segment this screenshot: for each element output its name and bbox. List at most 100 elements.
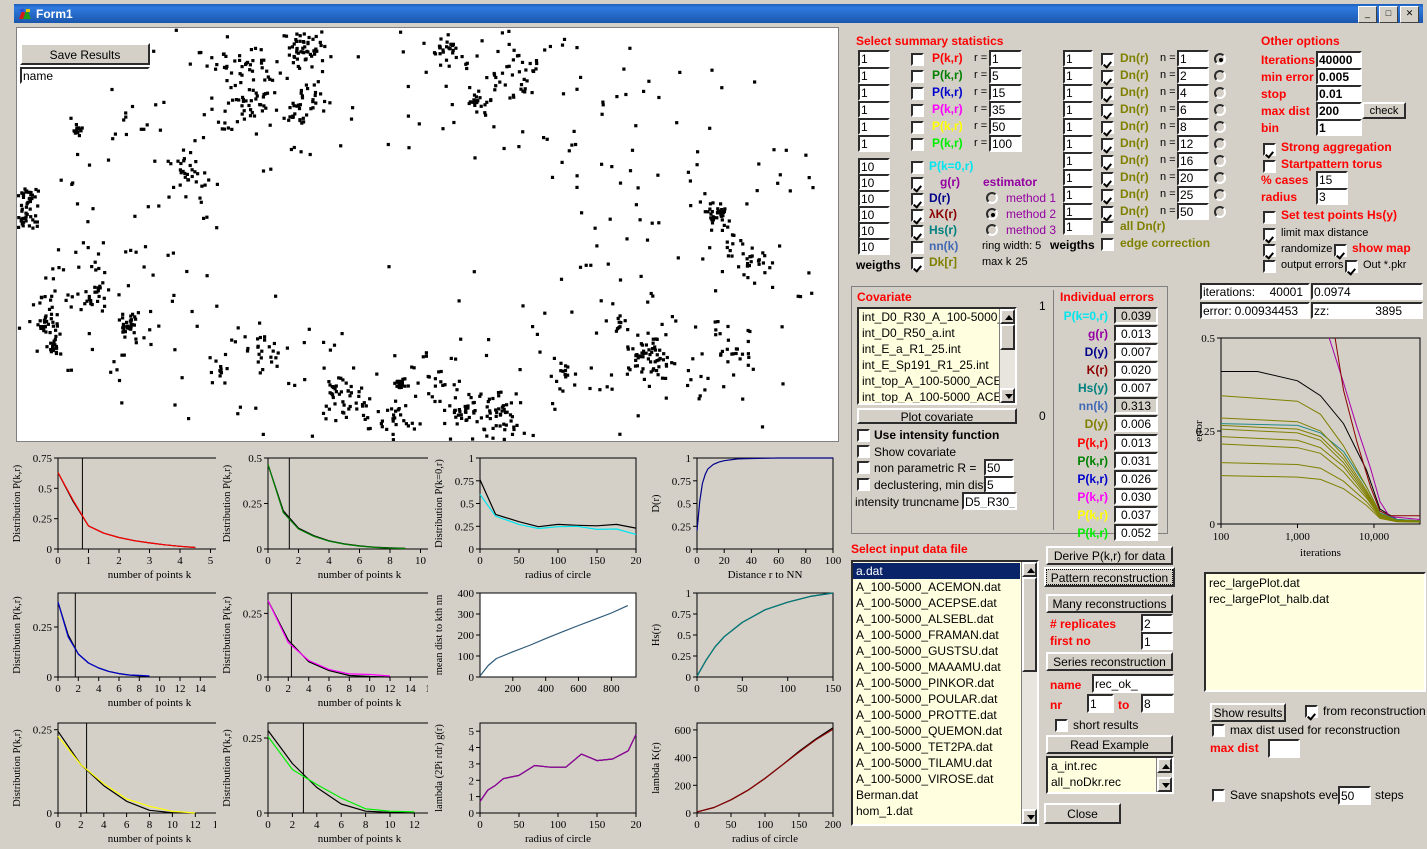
dn-radio[interactable]	[1214, 189, 1226, 201]
input-files-scroll-thumb[interactable]	[1022, 577, 1037, 672]
short-results-checkbox[interactable]	[1055, 719, 1068, 732]
dn-weight-input[interactable]: 1	[1063, 118, 1093, 135]
point-pattern-canvas[interactable]	[16, 27, 839, 442]
covariate-scrollbar[interactable]	[999, 309, 1015, 403]
declustering-input[interactable]: 5	[984, 476, 1014, 493]
pkr-r-input[interactable]: 35	[989, 101, 1022, 118]
dn-weight-input[interactable]: 1	[1063, 169, 1093, 186]
settings-scroll-up[interactable]	[1157, 758, 1172, 773]
stat-checkbox[interactable]	[911, 177, 924, 190]
dn-radio[interactable]	[1214, 53, 1226, 65]
maximize-button[interactable]: □	[1379, 6, 1398, 23]
randomize-checkbox[interactable]	[1263, 244, 1276, 257]
pkr-checkbox[interactable]	[911, 70, 924, 83]
stat-checkbox[interactable]	[911, 241, 924, 254]
list-item[interactable]: A_100-5000_MAAAMU.dat	[853, 659, 1020, 675]
declustering-checkbox[interactable]	[857, 478, 870, 491]
pkr-checkbox[interactable]	[911, 121, 924, 134]
dn-n-input[interactable]: 20	[1177, 169, 1209, 186]
dn-checkbox[interactable]	[1101, 189, 1114, 202]
dn-checkbox[interactable]	[1101, 53, 1114, 66]
other-field-input[interactable]: 200	[1316, 102, 1362, 119]
dn-n-input[interactable]: 6	[1177, 101, 1209, 118]
list-item[interactable]: a.dat	[853, 563, 1020, 579]
list-item[interactable]: A_100-5000_FRAMAN.dat	[853, 627, 1020, 643]
truncname-input[interactable]: D5_R30_	[962, 492, 1017, 510]
dn-radio[interactable]	[1214, 70, 1226, 82]
stat-checkbox[interactable]	[911, 161, 924, 174]
nr-to-input[interactable]: 8	[1141, 694, 1174, 713]
dn-checkbox[interactable]	[1101, 87, 1114, 100]
check-button[interactable]: check	[1362, 102, 1406, 119]
covariate-scroll-down[interactable]	[1000, 388, 1015, 403]
pct-cases-input[interactable]: 15	[1316, 171, 1348, 188]
many-reconstructions-button[interactable]: Many reconstructions	[1046, 594, 1173, 613]
pkr-r-input[interactable]: 1	[989, 50, 1022, 67]
pattern-reconstruction-button[interactable]: Pattern reconstruction	[1044, 567, 1175, 587]
radius-input[interactable]: 3	[1316, 188, 1348, 205]
list-item[interactable]: Berman.dat	[853, 787, 1020, 803]
titlebar[interactable]: Form1 _ □ ✕	[14, 4, 1423, 23]
startpattern-torus-checkbox[interactable]	[1263, 160, 1276, 173]
list-item[interactable]: int_D0_R30_A_100-5000_AL	[859, 309, 1000, 325]
list-item[interactable]: int_D0_R50_a.int	[859, 325, 1000, 341]
dn-checkbox[interactable]	[1101, 104, 1114, 117]
input-files-listbox[interactable]: a.datA_100-5000_ACEMON.datA_100-5000_ACE…	[851, 560, 1039, 826]
other-field-input[interactable]: 1	[1316, 119, 1362, 136]
save-name-input[interactable]: name	[20, 67, 150, 84]
dn-weight-input[interactable]: 1	[1063, 186, 1093, 203]
settings-listbox[interactable]: a_int.recall_noDkr.recall_ISS_.rec	[1046, 756, 1174, 794]
list-item[interactable]: int_top_A_100-5000_ACEPSI	[859, 389, 1000, 405]
output-errors-checkbox[interactable]	[1263, 260, 1276, 273]
list-item[interactable]: int_top_A_100-5000_ACEMO	[859, 373, 1000, 389]
stat-weight-input[interactable]: 10	[858, 158, 890, 175]
dn-weight-input[interactable]: 1	[1063, 84, 1093, 101]
pkr-checkbox[interactable]	[911, 104, 924, 117]
save-results-button[interactable]: Save Results	[20, 43, 150, 65]
derive-pkr-button[interactable]: Derive P(k,r) for data	[1046, 546, 1173, 565]
dn-n-input[interactable]: 50	[1177, 203, 1209, 220]
all-dn-weight-input[interactable]: 1	[1063, 218, 1093, 235]
set-test-points-checkbox[interactable]	[1263, 211, 1276, 224]
nr-from-input[interactable]: 1	[1087, 694, 1114, 713]
replicates-input[interactable]: 2	[1141, 614, 1173, 632]
minimize-button[interactable]: _	[1358, 6, 1377, 23]
list-item[interactable]: A_100-5000_GUSTSU.dat	[853, 643, 1020, 659]
pkr-weight-input[interactable]: 1	[858, 135, 890, 152]
list-item[interactable]: rec_largePlot_halb.dat	[1206, 591, 1422, 607]
stat-checkbox[interactable]	[911, 193, 924, 206]
non-parametric-input[interactable]: 50	[984, 459, 1014, 476]
other-field-input[interactable]: 0.01	[1316, 85, 1362, 102]
dn-checkbox[interactable]	[1101, 121, 1114, 134]
results-listbox[interactable]: rec_largePlot.datrec_largePlot_halb.dat	[1204, 572, 1426, 692]
list-item[interactable]: A_100-5000_ALSEBL.dat	[853, 611, 1020, 627]
non-parametric-checkbox[interactable]	[857, 461, 870, 474]
dn-n-input[interactable]: 12	[1177, 135, 1209, 152]
dn-radio[interactable]	[1214, 206, 1226, 218]
list-item[interactable]: rec_largePlot.dat	[1206, 575, 1422, 591]
settings-scrollbar[interactable]	[1156, 758, 1172, 792]
save-snapshots-checkbox[interactable]	[1212, 789, 1225, 802]
input-files-scroll-down[interactable]	[1022, 809, 1037, 824]
pkr-weight-input[interactable]: 1	[858, 67, 890, 84]
dn-n-input[interactable]: 1	[1177, 50, 1209, 67]
dn-radio[interactable]	[1214, 104, 1226, 116]
pkr-r-input[interactable]: 50	[989, 118, 1022, 135]
list-item[interactable]: hom_1.dat	[853, 803, 1020, 819]
all-dn-checkbox[interactable]	[1101, 221, 1114, 234]
pkr-checkbox[interactable]	[911, 138, 924, 151]
use-intensity-checkbox[interactable]	[857, 429, 870, 442]
show-map-checkbox[interactable]	[1334, 244, 1347, 257]
dn-weight-input[interactable]: 1	[1063, 50, 1093, 67]
first-no-input[interactable]: 1	[1141, 632, 1173, 650]
pkr-weight-input[interactable]: 1	[858, 118, 890, 135]
dn-n-input[interactable]: 2	[1177, 67, 1209, 84]
list-item[interactable]: int_E_Sp191_R1_25.int	[859, 357, 1000, 373]
max-dist-used-checkbox[interactable]	[1212, 724, 1225, 737]
dn-n-input[interactable]: 8	[1177, 118, 1209, 135]
estimator-radio[interactable]	[986, 192, 998, 204]
rec-name-input[interactable]: rec_ok_	[1092, 674, 1174, 693]
stat-weight-input[interactable]: 10	[858, 222, 890, 239]
strong-aggregation-checkbox[interactable]	[1263, 143, 1276, 156]
dn-radio[interactable]	[1214, 138, 1226, 150]
